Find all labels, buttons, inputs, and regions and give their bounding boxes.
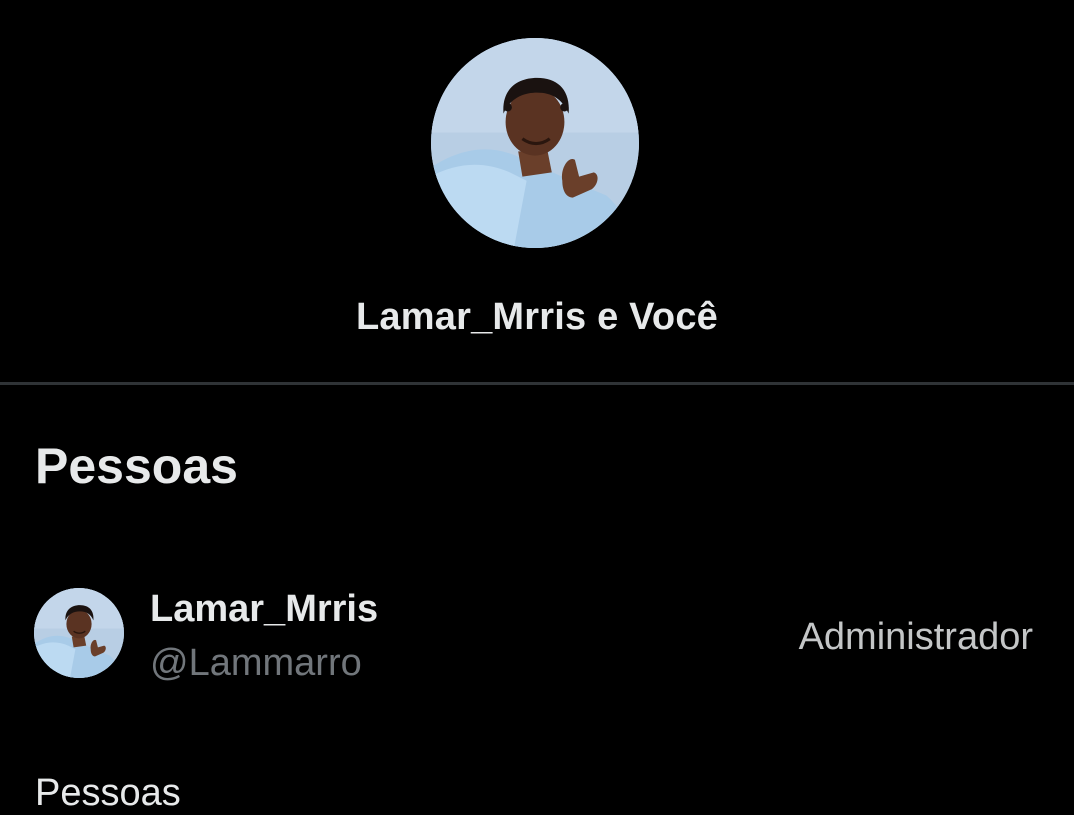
conversation-header: Lamar_Mrris e Você [0,0,1074,383]
user-photo-icon [34,588,124,678]
member-row[interactable]: Lamar_Mrris @Lammarro Administrador [0,572,1074,698]
people-section-title: Pessoas [35,438,238,494]
user-photo-icon [431,38,639,248]
member-avatar[interactable] [34,588,124,678]
member-role-badge: Administrador [798,616,1033,658]
section-divider [0,382,1074,385]
next-section-title: Pessoas [35,772,181,814]
conversation-avatar[interactable] [431,38,639,248]
member-handle: @Lammarro [150,642,362,684]
member-name: Lamar_Mrris [150,588,379,630]
conversation-title: Lamar_Mrris e Você [356,296,718,338]
